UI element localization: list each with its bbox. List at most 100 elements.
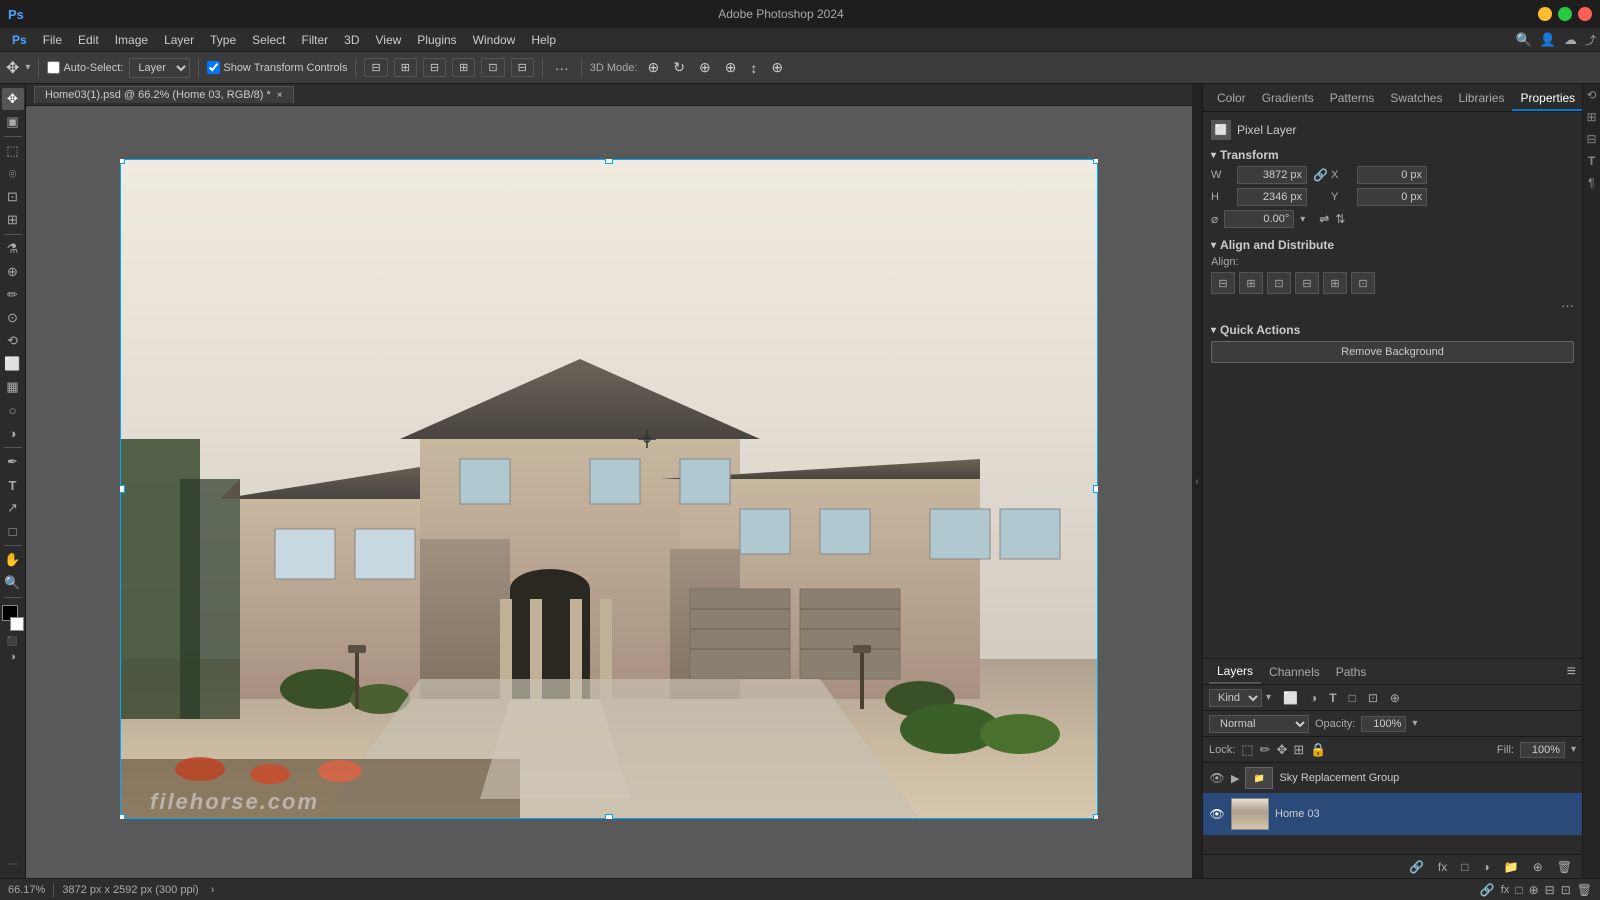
tab-gradients[interactable]: Gradients	[1254, 87, 1322, 111]
auto-select-label[interactable]: Auto-Select:	[47, 61, 123, 74]
marquee-tool[interactable]: ⬚	[2, 140, 24, 162]
3d-rotate-icon[interactable]: ⊕	[643, 57, 663, 78]
new-layer-btn[interactable]: ⊕	[1529, 858, 1547, 876]
text-side-icon[interactable]: T	[1585, 154, 1599, 168]
layer-visibility-home03[interactable]: 👁	[1209, 806, 1225, 822]
menu-layer[interactable]: Layer	[156, 31, 202, 49]
more-tools-icon[interactable]: ⋯	[8, 859, 18, 870]
show-transform-label[interactable]: Show Transform Controls	[207, 61, 347, 74]
history-brush-tool[interactable]: ⟲	[2, 330, 24, 352]
path-select-tool[interactable]: ↗	[2, 497, 24, 519]
zoom-tool[interactable]: 🔍	[2, 572, 24, 594]
lock-artboard-btn[interactable]: ⊞	[1293, 742, 1304, 758]
brush-tool[interactable]: ✏	[2, 284, 24, 306]
layers-side-icon[interactable]: ⊟	[1585, 132, 1599, 146]
align-right-edges-btn[interactable]: ⊡	[1267, 272, 1291, 294]
3d-slide-icon[interactable]: ⊕	[721, 57, 741, 78]
lock-image-btn[interactable]: ✏	[1260, 742, 1271, 758]
align-bottom-button[interactable]: ⊟	[511, 58, 534, 77]
status-more-btn[interactable]: ›	[211, 884, 215, 896]
delete-layer-btn[interactable]: 🗑	[1553, 858, 1576, 876]
auto-select-dropdown[interactable]: Layer Group	[129, 58, 190, 78]
align-top-edges-btn[interactable]: ⊟	[1295, 272, 1319, 294]
add-style-btn[interactable]: fx	[1434, 858, 1451, 876]
tab-layers[interactable]: Layers	[1209, 660, 1261, 684]
close-button[interactable]	[1578, 7, 1592, 21]
status-layer-icon[interactable]: ⊟	[1545, 883, 1555, 897]
lock-position-btn[interactable]: ✥	[1277, 742, 1288, 758]
align-left-button[interactable]: ⊟	[364, 58, 387, 77]
status-3d-icon[interactable]: ⊡	[1561, 883, 1571, 897]
crop-tool[interactable]: ⊞	[2, 209, 24, 231]
text-tool[interactable]: T	[2, 474, 24, 496]
cloud-icon[interactable]: ☁	[1564, 32, 1577, 48]
blend-mode-dropdown[interactable]: Normal Dissolve Multiply Screen Overlay	[1209, 715, 1309, 733]
3d-camera-icon[interactable]: ⊕	[767, 57, 787, 78]
add-adjustment-btn[interactable]: ◑	[1479, 858, 1494, 876]
align-centers-h-btn[interactable]: ⊞	[1239, 272, 1263, 294]
h-input[interactable]	[1237, 188, 1307, 206]
align-more-btn[interactable]: ···	[1561, 298, 1574, 313]
layer-expand-sky[interactable]: ▶	[1231, 772, 1239, 785]
more-options-icon[interactable]: ···	[551, 58, 573, 78]
menu-3d[interactable]: 3D	[336, 31, 367, 49]
filter-shape-btn[interactable]: □	[1345, 689, 1360, 707]
filter-toggle-btn[interactable]: ⊕	[1386, 689, 1404, 707]
lock-transparent-btn[interactable]: ⬚	[1241, 742, 1253, 758]
add-mask-btn[interactable]: □	[1457, 858, 1472, 876]
fill-dropdown-icon[interactable]: ▾	[1571, 744, 1576, 755]
filter-smartobj-btn[interactable]: ⊡	[1364, 689, 1382, 707]
align-top-button[interactable]: ⊞	[452, 58, 475, 77]
link-wh-icon[interactable]: 🔗	[1313, 168, 1325, 182]
align-distribute-header[interactable]: ▾ Align and Distribute	[1211, 236, 1574, 256]
tab-channels[interactable]: Channels	[1261, 661, 1328, 683]
menu-type[interactable]: Type	[202, 31, 244, 49]
menu-file[interactable]: File	[35, 31, 70, 49]
layer-item-sky-group[interactable]: 👁 ▶ 📁 Sky Replacement Group	[1203, 763, 1582, 793]
menu-ps[interactable]: Ps	[4, 31, 35, 49]
blur-tool[interactable]: ○	[2, 399, 24, 421]
auto-select-checkbox[interactable]	[47, 61, 60, 74]
align-center-button[interactable]: ⊞	[394, 58, 417, 77]
filter-adj-btn[interactable]: ◑	[1306, 689, 1321, 707]
kind-filter-dropdown[interactable]: Kind	[1209, 689, 1262, 707]
layer-visibility-sky[interactable]: 👁	[1209, 770, 1225, 786]
tab-patterns[interactable]: Patterns	[1322, 87, 1383, 111]
align-left-edges-btn[interactable]: ⊟	[1211, 272, 1235, 294]
history-side-icon[interactable]: ⟲	[1585, 88, 1599, 102]
x-input[interactable]	[1357, 166, 1427, 184]
menu-view[interactable]: View	[368, 31, 410, 49]
canvas-inner[interactable]: filehorse.com	[26, 106, 1192, 878]
opacity-dropdown-icon[interactable]: ▾	[1412, 718, 1417, 729]
doc-close-btn[interactable]: ×	[277, 90, 283, 101]
align-centers-v-btn[interactable]: ⊞	[1323, 272, 1347, 294]
menu-select[interactable]: Select	[244, 31, 293, 49]
filter-pixel-btn[interactable]: ⬜	[1279, 689, 1302, 707]
new-group-btn[interactable]: 📁	[1500, 858, 1523, 876]
align-middle-button[interactable]: ⊡	[481, 58, 504, 77]
menu-edit[interactable]: Edit	[70, 31, 107, 49]
paragraph-side-icon[interactable]: ¶	[1585, 176, 1599, 190]
status-fx-icon[interactable]: fx	[1501, 884, 1510, 896]
3d-roll-icon[interactable]: ↻	[669, 57, 689, 78]
default-colors-icon[interactable]: ⬛	[7, 636, 18, 647]
minimize-button[interactable]	[1538, 7, 1552, 21]
background-color[interactable]	[10, 617, 24, 631]
collapse-handle[interactable]: ‹	[1192, 84, 1202, 878]
filter-text-btn[interactable]: T	[1325, 689, 1340, 707]
3d-scale-icon[interactable]: ↕	[746, 58, 761, 78]
align-right-button[interactable]: ⊟	[423, 58, 446, 77]
show-transform-checkbox[interactable]	[207, 61, 220, 74]
hand-tool[interactable]: ✋	[2, 549, 24, 571]
tab-libraries[interactable]: Libraries	[1450, 87, 1512, 111]
menu-image[interactable]: Image	[107, 31, 156, 49]
flip-v-icon[interactable]: ⇅	[1335, 212, 1345, 226]
window-controls[interactable]	[1538, 7, 1592, 21]
flip-h-icon[interactable]: ⇌	[1319, 212, 1329, 226]
eyedropper-tool[interactable]: ⚗	[2, 238, 24, 260]
tab-properties[interactable]: Properties	[1512, 87, 1583, 111]
healing-tool[interactable]: ⊕	[2, 261, 24, 283]
layer-item-home03[interactable]: 👁 Home 03	[1203, 793, 1582, 835]
document-tab[interactable]: Home03(1).psd @ 66.2% (Home 03, RGB/8) *…	[34, 86, 294, 103]
artboard-tool[interactable]: ▣	[2, 111, 24, 133]
